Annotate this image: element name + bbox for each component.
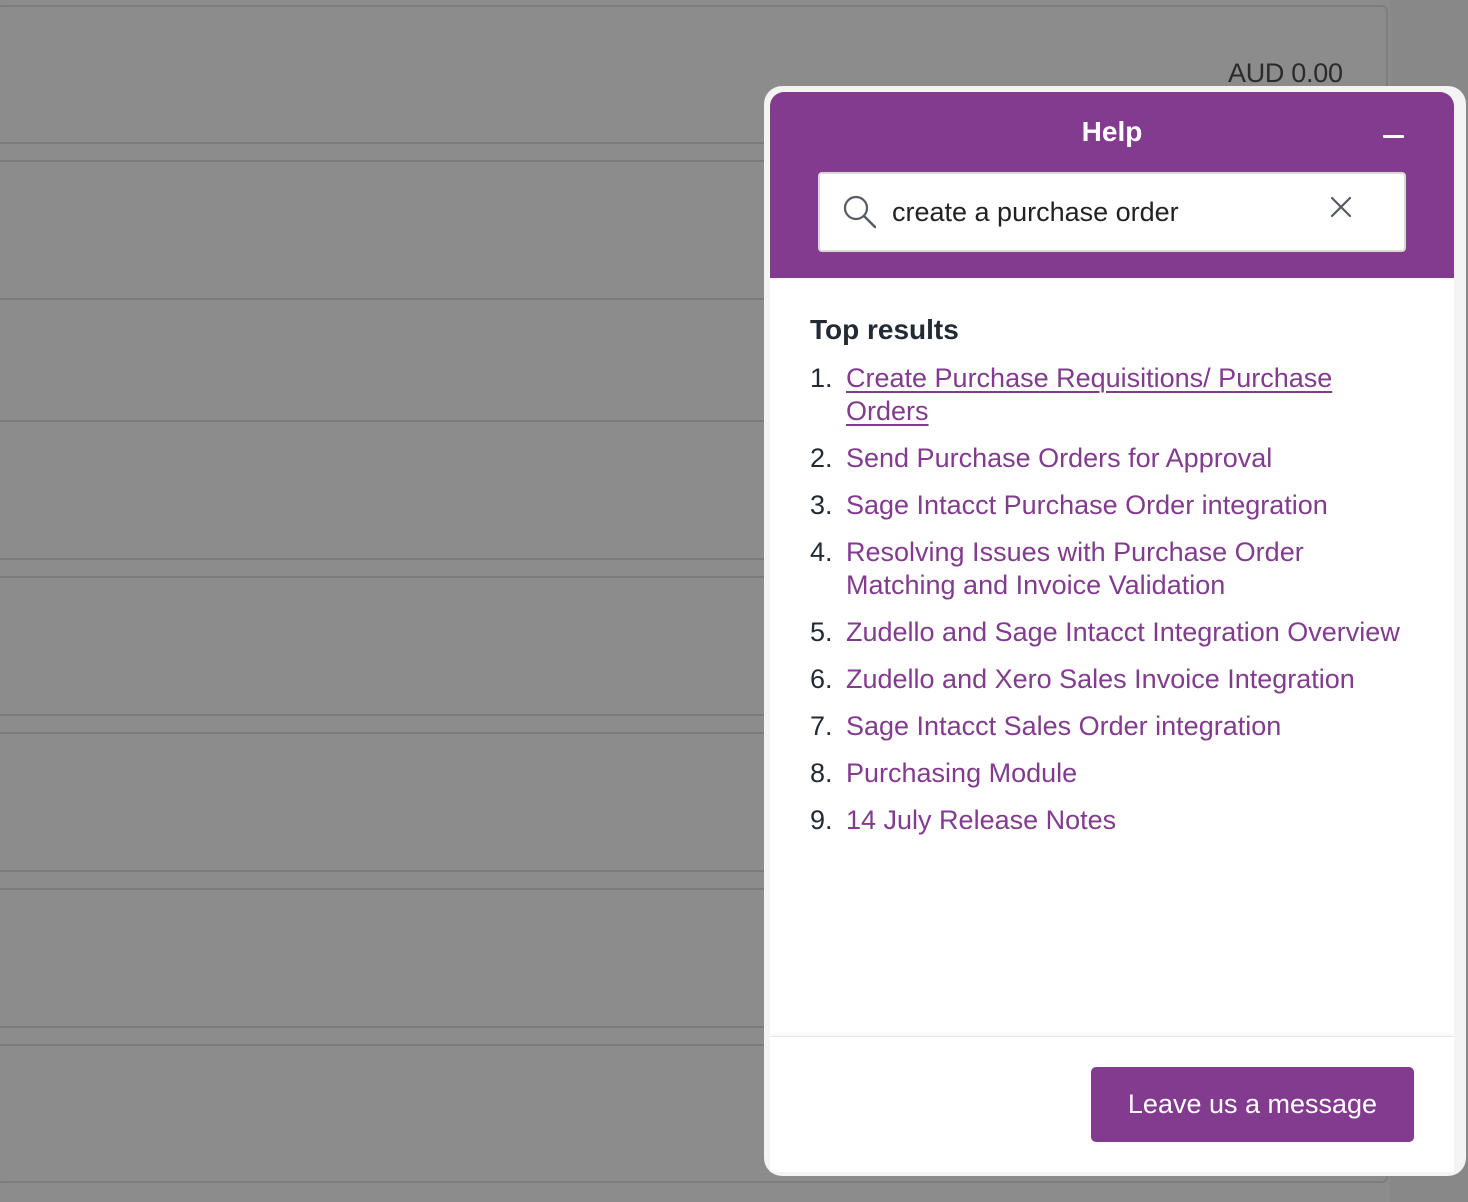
search-input[interactable] (892, 188, 1312, 236)
close-icon[interactable] (1326, 192, 1356, 222)
search-icon (843, 195, 877, 229)
result-link[interactable]: Create Purchase Requisitions/ Purchase O… (846, 363, 1332, 426)
results-heading: Top results (810, 314, 959, 345)
result-link[interactable]: Send Purchase Orders for Approval (846, 443, 1272, 473)
row-divider (0, 870, 770, 872)
row-divider (0, 142, 770, 144)
result-number: 7. (810, 711, 833, 741)
list-item: 4. Resolving Issues with Purchase Order … (810, 536, 1410, 602)
result-number: 2. (810, 443, 833, 473)
result-number: 4. (810, 537, 833, 567)
help-footer: Leave us a message (770, 1036, 1454, 1172)
result-link[interactable]: Zudello and Sage Intacct Integration Ove… (846, 617, 1400, 647)
search-box[interactable] (818, 172, 1406, 252)
result-number: 9. (810, 805, 833, 835)
row-divider (0, 714, 770, 716)
list-item: 8. Purchasing Module (810, 757, 1410, 790)
result-number: 5. (810, 617, 833, 647)
row-divider (0, 576, 770, 578)
result-link[interactable]: Sage Intacct Purchase Order integration (846, 490, 1328, 520)
result-link[interactable]: Sage Intacct Sales Order integration (846, 711, 1281, 741)
minimize-button[interactable] (1376, 122, 1410, 152)
results-list: 1. Create Purchase Requisitions/ Purchas… (810, 362, 1410, 837)
row-divider (0, 298, 770, 300)
list-item: 9. 14 July Release Notes (810, 804, 1410, 837)
help-title: Help (1081, 116, 1143, 147)
result-link[interactable]: Resolving Issues with Purchase Order Mat… (846, 537, 1304, 600)
amount-total: AUD 0.00 (1228, 58, 1343, 88)
result-number: 8. (810, 758, 833, 788)
row-divider (0, 1026, 770, 1028)
list-item: 6. Zudello and Xero Sales Invoice Integr… (810, 663, 1410, 696)
row-divider (0, 732, 770, 734)
row-divider (0, 888, 770, 890)
search-results: Top results 1. Create Purchase Requisiti… (810, 314, 1410, 851)
result-number: 1. (810, 363, 833, 393)
list-item: 5. Zudello and Sage Intacct Integration … (810, 616, 1410, 649)
help-header: Help (770, 92, 1454, 278)
row-divider (0, 420, 770, 422)
list-item: 1. Create Purchase Requisitions/ Purchas… (810, 362, 1410, 428)
row-divider (0, 558, 770, 560)
result-number: 6. (810, 664, 833, 694)
result-link[interactable]: 14 July Release Notes (846, 805, 1116, 835)
help-widget: Help Top results 1. Create Purchase Requ… (770, 92, 1454, 1172)
result-link[interactable]: Purchasing Module (846, 758, 1077, 788)
row-divider (0, 160, 770, 162)
result-number: 3. (810, 490, 833, 520)
list-item: 3. Sage Intacct Purchase Order integrati… (810, 489, 1410, 522)
leave-message-button[interactable]: Leave us a message (1091, 1067, 1414, 1142)
result-link[interactable]: Zudello and Xero Sales Invoice Integrati… (846, 664, 1355, 694)
list-item: 7. Sage Intacct Sales Order integration (810, 710, 1410, 743)
row-divider (0, 1044, 770, 1046)
list-item: 2. Send Purchase Orders for Approval (810, 442, 1410, 475)
